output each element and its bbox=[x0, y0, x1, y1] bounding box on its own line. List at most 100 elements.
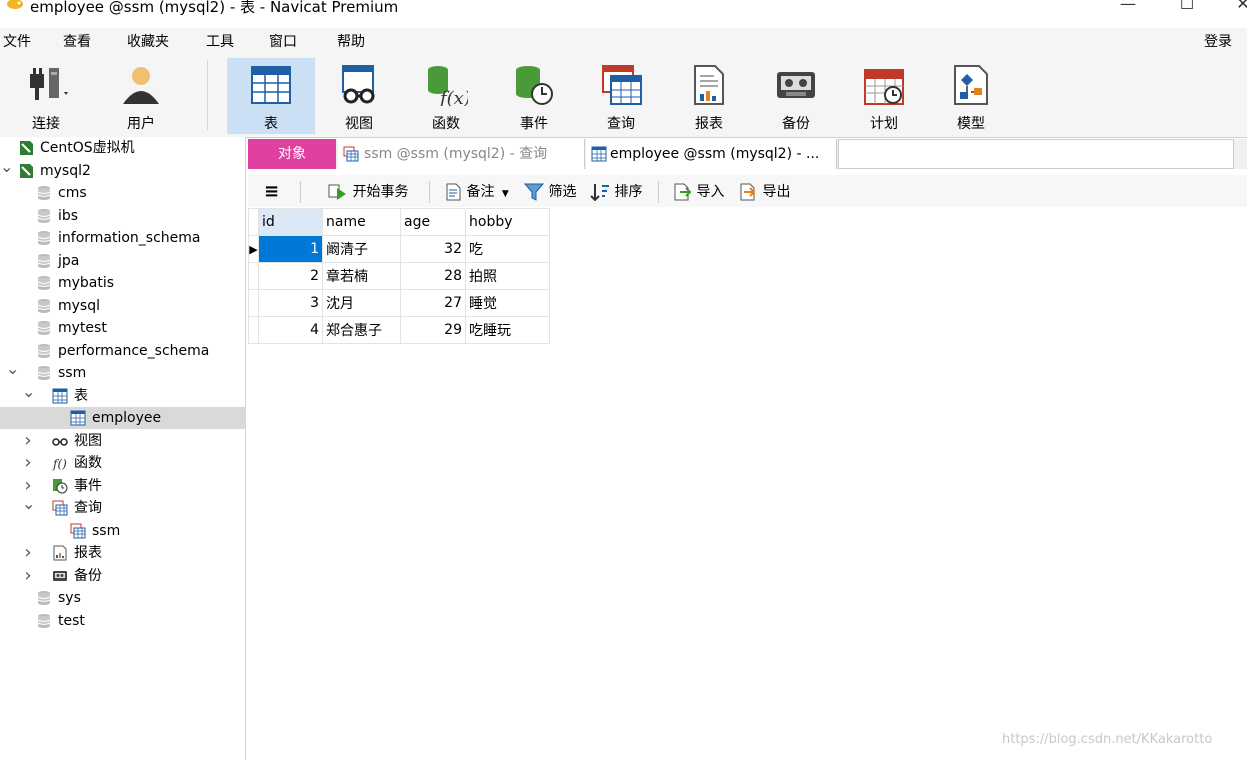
view-icon bbox=[52, 433, 68, 449]
svg-text:f(x): f(x) bbox=[438, 88, 468, 106]
tool-schedule-label: 计划 bbox=[870, 116, 898, 132]
collapse-chevron-right-icon[interactable]: › bbox=[22, 565, 34, 587]
tool-schedule-button[interactable]: 计划 bbox=[840, 58, 928, 134]
tree-item-mytest[interactable]: mytest bbox=[0, 317, 245, 339]
cell-age[interactable]: 27 bbox=[400, 289, 466, 317]
cell-age[interactable]: 32 bbox=[400, 235, 466, 263]
tree-item-information_schema[interactable]: information_schema bbox=[0, 227, 245, 249]
column-header-id[interactable]: id bbox=[258, 208, 323, 236]
cell-age[interactable]: 29 bbox=[400, 316, 466, 344]
tool-view-button[interactable]: 视图 bbox=[315, 58, 403, 134]
hamburger-menu-icon[interactable]: ≡ bbox=[264, 181, 279, 203]
tree-item-label: ibs bbox=[58, 207, 79, 224]
plug-icon bbox=[30, 68, 68, 100]
import-button[interactable]: 导入 bbox=[672, 181, 724, 203]
cell-hobby[interactable]: 吃 bbox=[465, 235, 550, 263]
tree-item-CentOS虚拟机[interactable]: CentOS虚拟机 bbox=[0, 137, 245, 159]
menu-tools[interactable]: 工具 bbox=[206, 31, 234, 51]
cell-id[interactable]: 4 bbox=[258, 316, 323, 344]
cell-hobby[interactable]: 拍照 bbox=[465, 262, 550, 290]
collapse-chevron-right-icon[interactable]: › bbox=[22, 430, 34, 452]
tree-item-报表[interactable]: › 报表 bbox=[0, 542, 245, 564]
database-icon bbox=[36, 230, 52, 246]
table-row[interactable]: 3 沈月 27 睡觉 bbox=[248, 289, 550, 317]
login-link[interactable]: 登录 bbox=[1204, 31, 1232, 51]
cell-name[interactable]: 沈月 bbox=[322, 289, 401, 317]
cell-hobby[interactable]: 吃睡玩 bbox=[465, 316, 550, 344]
event-icon bbox=[52, 478, 68, 494]
collapse-chevron-right-icon[interactable]: › bbox=[22, 542, 34, 564]
tree-item-备份[interactable]: › 备份 bbox=[0, 565, 245, 587]
tree-item-employee[interactable]: employee bbox=[0, 407, 245, 429]
column-header-age[interactable]: age bbox=[400, 208, 466, 236]
row-marker bbox=[248, 316, 259, 344]
separator bbox=[429, 181, 430, 203]
cell-id[interactable]: 1 bbox=[258, 235, 323, 263]
column-header-hobby[interactable]: hobby bbox=[465, 208, 550, 236]
menu-favorites[interactable]: 收藏夹 bbox=[127, 31, 169, 51]
minimize-button[interactable]: — bbox=[1113, 0, 1143, 14]
menu-window[interactable]: 窗口 bbox=[269, 31, 297, 51]
table-row[interactable]: 4 郑合惠子 29 吃睡玩 bbox=[248, 316, 550, 344]
menu-file[interactable]: 文件 bbox=[3, 31, 31, 51]
tree-item-cms[interactable]: cms bbox=[0, 182, 245, 204]
tool-event-button[interactable]: 事件 bbox=[490, 58, 578, 134]
tab-objects[interactable]: 对象 bbox=[248, 139, 336, 169]
tree-item-查询[interactable]: ⌄ 查询 bbox=[0, 496, 245, 519]
menu-help[interactable]: 帮助 bbox=[337, 31, 365, 51]
filter-button[interactable]: 筛选 bbox=[523, 181, 576, 203]
cell-name[interactable]: 章若楠 bbox=[322, 262, 401, 290]
begin-transaction-button[interactable]: 开始事务 bbox=[328, 181, 408, 203]
connect-button[interactable]: 连接 bbox=[2, 58, 90, 134]
tree-item-mybatis[interactable]: mybatis bbox=[0, 272, 245, 294]
tree-item-事件[interactable]: › 事件 bbox=[0, 475, 245, 497]
tree-item-performance_schema[interactable]: performance_schema bbox=[0, 340, 245, 362]
tree-item-ssm[interactable]: ⌄ ssm bbox=[0, 361, 245, 384]
cell-hobby[interactable]: 睡觉 bbox=[465, 289, 550, 317]
tool-model-button[interactable]: 模型 bbox=[927, 58, 1015, 134]
tree-item-sys[interactable]: sys bbox=[0, 587, 245, 609]
tool-report-button[interactable]: 报表 bbox=[665, 58, 753, 134]
expand-chevron-down-icon[interactable]: ⌄ bbox=[6, 361, 19, 384]
tree-item-label: mybatis bbox=[58, 275, 115, 291]
tree-item-label: information_schema bbox=[58, 230, 201, 246]
tool-function-button[interactable]: f(x) 函数 bbox=[402, 58, 490, 134]
cell-name[interactable]: 郑合惠子 bbox=[322, 316, 401, 344]
tool-query-button[interactable]: 查询 bbox=[577, 58, 665, 134]
expand-chevron-down-icon[interactable]: ⌄ bbox=[0, 158, 13, 182]
expand-chevron-down-icon[interactable]: ⌄ bbox=[22, 496, 35, 519]
tree-item-test[interactable]: test bbox=[0, 610, 245, 632]
tool-backup-button[interactable]: 备份 bbox=[752, 58, 840, 134]
cell-id[interactable]: 2 bbox=[258, 262, 323, 290]
user-button[interactable]: 用户 bbox=[97, 58, 185, 134]
main-toolbar: 连接 用户 表 视图 f(x) 函数 事件 查询 报表 备份 计划 模型 bbox=[0, 54, 1247, 138]
tree-item-视图[interactable]: › 视图 bbox=[0, 430, 245, 452]
tree-item-jpa[interactable]: jpa bbox=[0, 250, 245, 272]
tree-item-mysql2[interactable]: ⌄ mysql2 bbox=[0, 158, 245, 182]
tree-item-函数[interactable]: › f() 函数 bbox=[0, 452, 245, 474]
cell-id[interactable]: 3 bbox=[258, 289, 323, 317]
export-button[interactable]: 导出 bbox=[738, 181, 790, 203]
maximize-button[interactable]: ☐ bbox=[1172, 0, 1202, 14]
tool-table-button[interactable]: 表 bbox=[227, 58, 315, 134]
cell-age[interactable]: 28 bbox=[400, 262, 466, 290]
collapse-chevron-right-icon[interactable]: › bbox=[22, 452, 34, 474]
close-button[interactable]: ✕ bbox=[1228, 0, 1247, 14]
tab-query-ssm[interactable]: ssm @ssm (mysql2) - 查询 bbox=[338, 139, 585, 169]
table-row[interactable]: ▶ 1 阚清子 32 吃 bbox=[248, 235, 550, 263]
cell-name[interactable]: 阚清子 bbox=[322, 235, 401, 263]
tab-employee-table[interactable]: employee @ssm (mysql2) - ... bbox=[586, 139, 837, 169]
tree-item-label: 备份 bbox=[74, 567, 102, 584]
tree-item-ibs[interactable]: ibs bbox=[0, 205, 245, 227]
table-icon bbox=[591, 146, 607, 162]
remark-button[interactable]: 备注 ▼ bbox=[444, 181, 509, 203]
tree-item-ssm[interactable]: ssm bbox=[0, 520, 245, 542]
tree-item-mysql[interactable]: mysql bbox=[0, 295, 245, 317]
tree-item-label: sys bbox=[58, 590, 81, 606]
sort-button[interactable]: 排序 bbox=[590, 181, 642, 203]
column-header-name[interactable]: name bbox=[322, 208, 401, 236]
tree-item-表[interactable]: ⌄ 表 bbox=[0, 383, 245, 407]
table-row[interactable]: 2 章若楠 28 拍照 bbox=[248, 262, 550, 290]
menu-view[interactable]: 查看 bbox=[63, 31, 91, 51]
expand-chevron-down-icon[interactable]: ⌄ bbox=[22, 383, 35, 407]
